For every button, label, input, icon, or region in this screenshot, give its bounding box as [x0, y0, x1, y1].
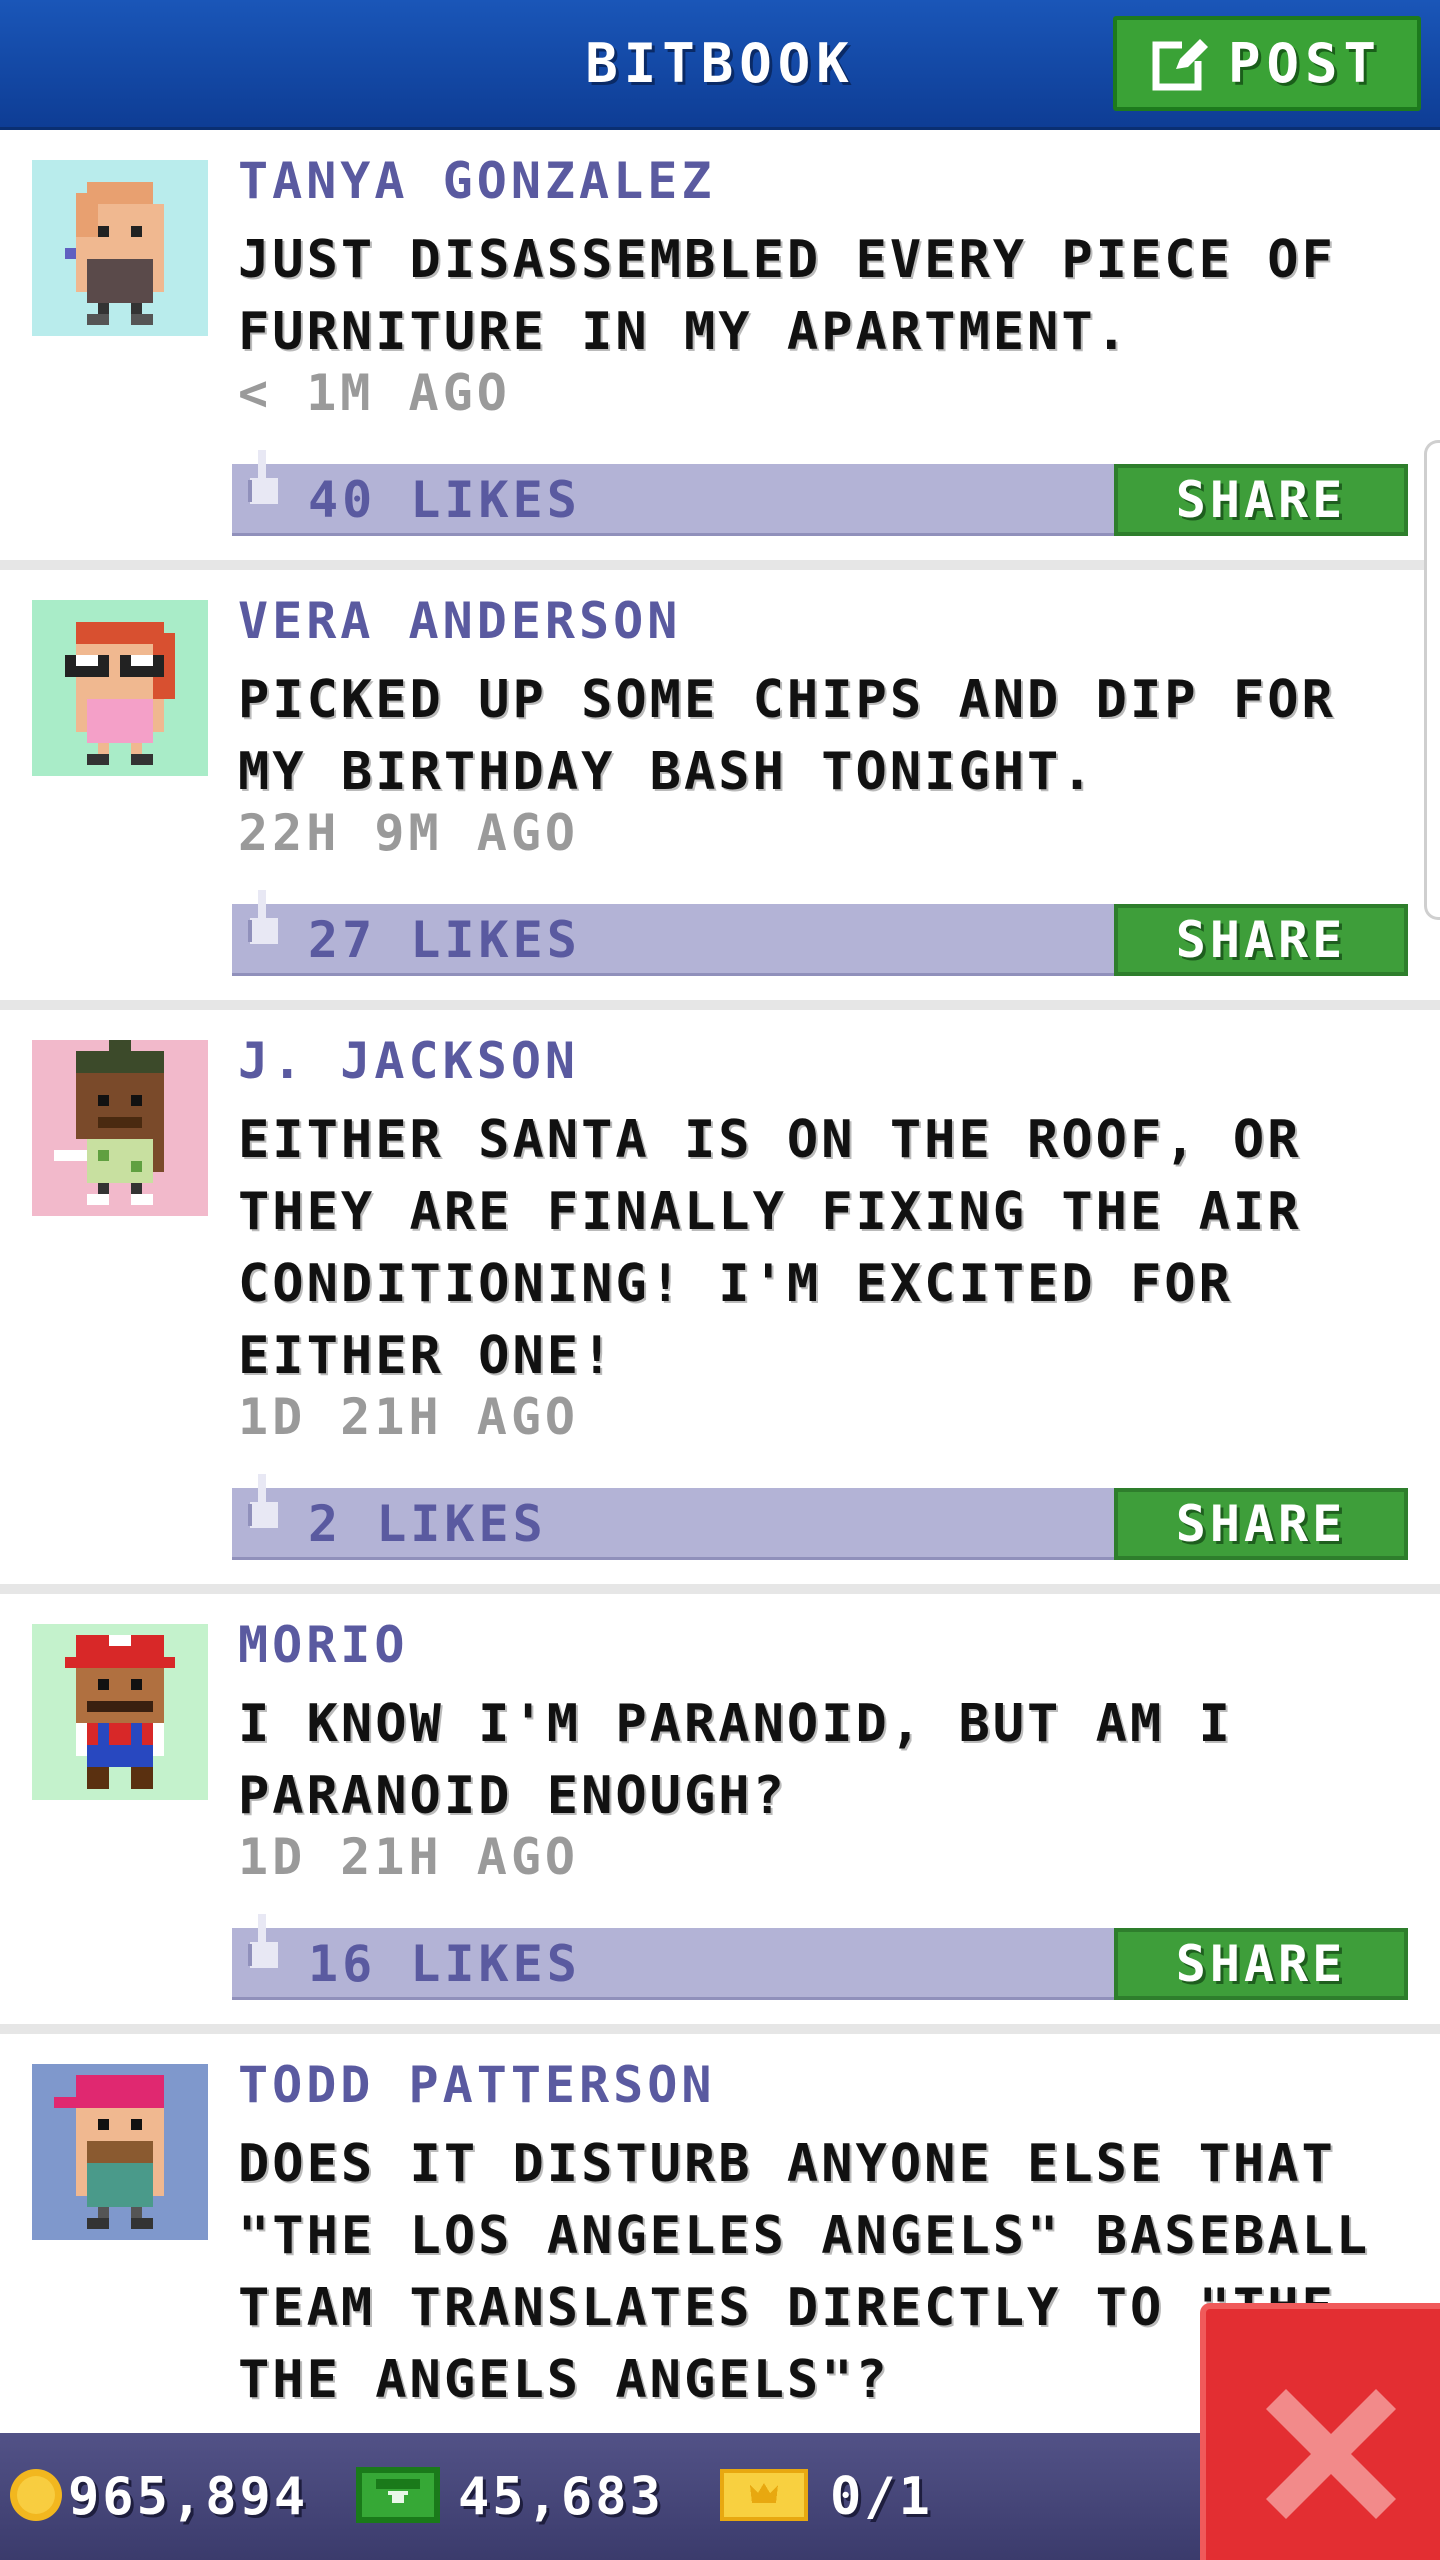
- edit-icon: [1152, 34, 1210, 93]
- likes-bar: 40 LIKES SHARE: [232, 450, 1408, 536]
- post-time: 22H 9M AGO: [238, 804, 580, 862]
- post-message: I KNOW I'M PARANOID, BUT AM I PARANOID E…: [238, 1694, 1233, 1826]
- likes-count: 2 LIKES: [308, 1495, 547, 1553]
- bux-value: 45,683: [458, 2466, 664, 2527]
- bux-icon: [356, 2466, 440, 2527]
- post-author[interactable]: TODD PATTERSON: [238, 2056, 715, 2114]
- post-divider: [0, 1000, 1440, 1010]
- avatar[interactable]: [32, 1624, 208, 1800]
- avatar[interactable]: [32, 1040, 208, 1216]
- tickets-value: 0/1: [830, 2466, 933, 2527]
- thumbs-up-icon: [246, 1914, 280, 1980]
- likes-count: 16 LIKES: [308, 1935, 581, 1993]
- feed-post: J. JACKSON EITHER SANTA IS ON THE ROOF, …: [0, 1010, 1440, 1584]
- post-author[interactable]: VERA ANDERSON: [238, 592, 681, 650]
- share-button[interactable]: SHARE: [1114, 464, 1408, 536]
- post-author[interactable]: J. JACKSON: [238, 1032, 579, 1090]
- likes-count: 40 LIKES: [308, 471, 581, 529]
- coin-icon: [8, 2467, 64, 2527]
- feed-post: VERA ANDERSON PICKED UP SOME CHIPS AND D…: [0, 570, 1440, 1000]
- likes-bar: 16 LIKES SHARE: [232, 1914, 1408, 2000]
- post-button-label: POST: [1227, 32, 1383, 95]
- coins-value: 965,894: [68, 2466, 309, 2527]
- bux-counter: 45,683: [356, 2433, 664, 2560]
- feed-post: MORIO I KNOW I'M PARANOID, BUT AM I PARA…: [0, 1594, 1440, 2024]
- post-time: < 1M AGO: [238, 364, 511, 422]
- vip-ticket-icon: [720, 2468, 808, 2525]
- avatar[interactable]: [32, 160, 208, 336]
- likes-bar: 27 LIKES SHARE: [232, 890, 1408, 976]
- post-time: 1D 21H AGO: [238, 1828, 580, 1886]
- likes-count: 27 LIKES: [308, 911, 581, 969]
- post-author[interactable]: TANYA GONZALEZ: [238, 152, 715, 210]
- post-author[interactable]: MORIO: [238, 1616, 409, 1674]
- avatar[interactable]: [32, 2064, 208, 2240]
- thumbs-up-icon: [246, 1474, 280, 1540]
- post-divider: [0, 1584, 1440, 1594]
- post-message: JUST DISASSEMBLED EVERY PIECE OF FURNITU…: [238, 230, 1336, 362]
- share-button[interactable]: SHARE: [1114, 1928, 1408, 2000]
- post-button[interactable]: POST: [1113, 16, 1421, 111]
- thumbs-up-icon: [246, 890, 280, 956]
- post-message: PICKED UP SOME CHIPS AND DIP FOR MY BIRT…: [238, 670, 1336, 802]
- thumbs-up-icon: [246, 450, 280, 516]
- tickets-counter: 0/1: [720, 2433, 933, 2560]
- post-time: 1D 21H AGO: [238, 1388, 580, 1446]
- share-button[interactable]: SHARE: [1114, 1488, 1408, 1560]
- app-header: BITBOOK POST: [0, 0, 1440, 130]
- post-divider: [0, 2024, 1440, 2034]
- coins-counter: 965,894: [8, 2433, 308, 2560]
- post-divider: [0, 560, 1440, 570]
- close-button[interactable]: [1200, 2303, 1440, 2560]
- feed-post: TANYA GONZALEZ JUST DISASSEMBLED EVERY P…: [0, 130, 1440, 560]
- share-button[interactable]: SHARE: [1114, 904, 1408, 976]
- news-feed[interactable]: TANYA GONZALEZ JUST DISASSEMBLED EVERY P…: [0, 130, 1440, 2494]
- avatar[interactable]: [32, 600, 208, 776]
- post-message: EITHER SANTA IS ON THE ROOF, OR THEY ARE…: [238, 1110, 1302, 1386]
- likes-bar: 2 LIKES SHARE: [232, 1474, 1408, 1560]
- scrollbar[interactable]: [1424, 440, 1440, 920]
